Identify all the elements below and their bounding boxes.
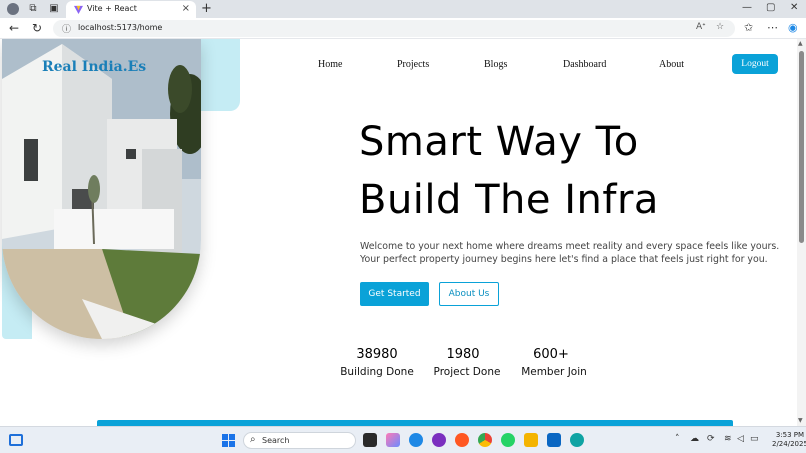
about-us-button[interactable]: About Us (439, 282, 499, 306)
battery-icon[interactable]: ▭ (750, 434, 759, 444)
volume-icon[interactable]: ◁ (737, 434, 744, 444)
search-label: Search (262, 436, 290, 445)
edge-icon[interactable] (409, 433, 423, 447)
nav-projects[interactable]: Projects (397, 59, 429, 70)
stat-building-label: Building Done (340, 366, 414, 378)
widgets-icon[interactable] (9, 434, 23, 446)
tab-title: Vite + React (87, 4, 137, 13)
nav-blogs[interactable]: Blogs (484, 59, 507, 70)
new-tab-button[interactable]: + (201, 1, 212, 16)
wifi-icon[interactable]: ≋ (724, 434, 732, 444)
tray-chevron-icon[interactable]: ˄ (675, 434, 680, 444)
profile-avatar[interactable] (7, 3, 19, 15)
logout-button[interactable]: Logout (732, 54, 778, 74)
sync-icon[interactable]: ⟳ (707, 434, 715, 444)
favorite-star-icon[interactable]: ☆ (716, 22, 724, 32)
address-bar-row: ← ↻ ⓘ localhost:5173/home Aᐩ ☆ ✩ ⋯ ◉ (0, 18, 806, 39)
page-scrollbar[interactable]: ▲ ▼ (797, 39, 806, 426)
hero-headline-line1: Smart Way To (359, 119, 639, 165)
nav-about[interactable]: About (659, 59, 684, 70)
back-arrow-icon[interactable]: ← (9, 21, 19, 35)
stat-building-value: 38980 (356, 347, 398, 362)
stat-member-label: Member Join (521, 366, 587, 378)
hero-description-line1: Welcome to your next home where dreams m… (360, 241, 780, 252)
browser-tab-active[interactable]: Vite + React × (66, 1, 196, 18)
search-icon: ⌕ (250, 434, 256, 445)
stat-project-value: 1980 (446, 347, 480, 362)
vite-logo-icon (74, 5, 83, 14)
url-text: localhost:5173/home (78, 23, 163, 32)
scroll-down-icon[interactable]: ▼ (798, 417, 803, 424)
onedrive-icon[interactable]: ☁ (690, 434, 699, 444)
chrome-icon[interactable] (478, 433, 492, 447)
copilot-icon[interactable]: ◉ (788, 21, 798, 34)
window-close-button[interactable]: ✕ (790, 2, 798, 13)
hero-description-line2: Your perfect property journey begins her… (360, 254, 768, 265)
system-clock[interactable]: 3:53 PM 2/24/2025 (772, 431, 806, 449)
scrollbar-thumb[interactable] (799, 51, 804, 243)
browser-tab-bar: ⧉ ▣ Vite + React × + — ▢ ✕ (0, 0, 806, 18)
tab-actions-icon[interactable]: ▣ (47, 2, 61, 16)
brand-logo[interactable]: Real India.Es (42, 59, 146, 75)
copilot-app-icon[interactable] (386, 433, 400, 447)
refresh-icon[interactable]: ↻ (32, 21, 42, 35)
clock-date: 2/24/2025 (772, 440, 806, 448)
web-page: Real India.Es Home Projects Blogs Dashbo… (0, 39, 797, 426)
edge-dev-icon[interactable] (570, 433, 584, 447)
read-aloud-icon[interactable]: Aᐩ (696, 22, 706, 32)
scroll-up-icon[interactable]: ▲ (798, 40, 803, 47)
get-started-button[interactable]: Get Started (360, 282, 429, 306)
minimize-button[interactable]: — (742, 2, 752, 13)
workspaces-icon[interactable]: ⧉ (26, 2, 40, 16)
favorites-bar-icon[interactable]: ✩ (744, 21, 753, 34)
stat-project-label: Project Done (433, 366, 501, 378)
stat-member-value: 600+ (533, 347, 569, 362)
hero-house-image (2, 39, 201, 339)
whatsapp-icon[interactable] (501, 433, 515, 447)
nav-home[interactable]: Home (318, 59, 342, 70)
url-input[interactable]: ⓘ localhost:5173/home Aᐩ ☆ (53, 20, 735, 37)
taskbar-search-input[interactable]: ⌕ Search (243, 432, 356, 449)
tab-close-icon[interactable]: × (182, 3, 190, 14)
tor-browser-icon[interactable] (432, 433, 446, 447)
windows-taskbar: ⌕ Search ˄ ☁ ⟳ ≋ ◁ ▭ 3:53 PM 2/24/2025 (0, 426, 806, 453)
vscode-icon[interactable] (547, 433, 561, 447)
nav-dashboard[interactable]: Dashboard (563, 59, 606, 70)
site-info-icon[interactable]: ⓘ (62, 22, 71, 35)
brave-icon[interactable] (455, 433, 469, 447)
maximize-button[interactable]: ▢ (766, 2, 775, 13)
start-menu-icon[interactable] (222, 434, 235, 447)
hero-headline-line2: Build The Infra (359, 177, 659, 223)
clock-time: 3:53 PM (775, 431, 805, 439)
file-explorer-icon[interactable] (524, 433, 538, 447)
more-menu-icon[interactable]: ⋯ (767, 21, 778, 34)
task-view-icon[interactable] (363, 433, 377, 447)
